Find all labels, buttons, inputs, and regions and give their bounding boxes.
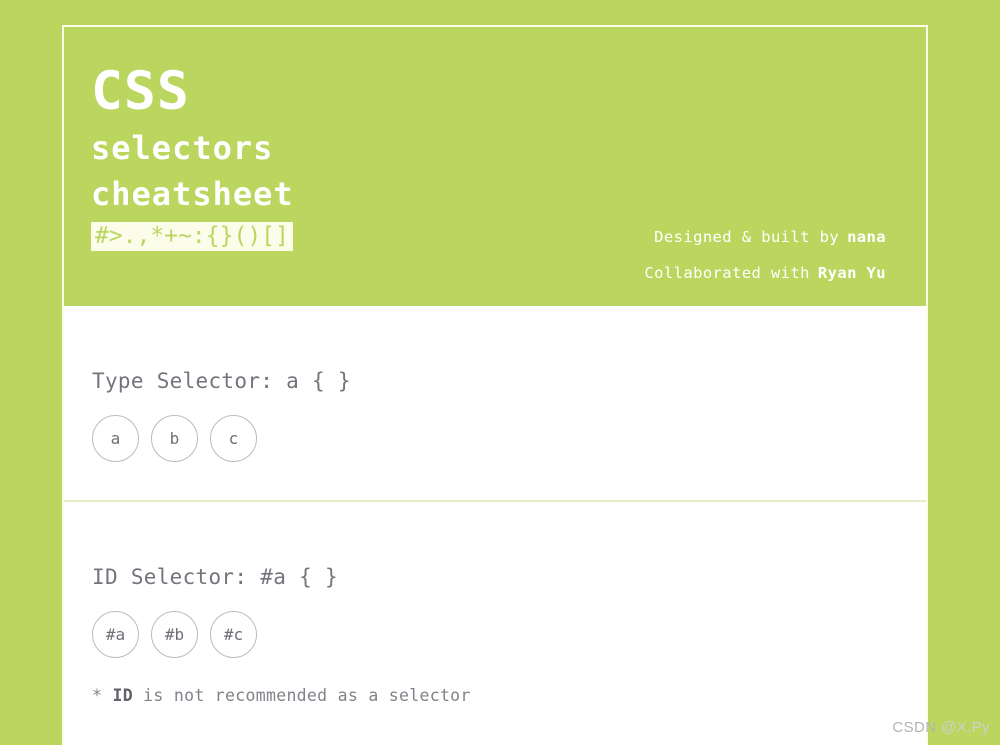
watermark-source: CSDN [892, 719, 942, 736]
credit-designer-prefix: Designed & built by [654, 228, 840, 246]
section-id-selector: ID Selector: #a { } #a #b #c * ID is not… [64, 502, 926, 743]
section-type-selector: Type Selector: a { } a b c [64, 306, 926, 500]
section-title-type-selector: Type Selector: a { } [92, 369, 351, 393]
chip-list-id-selector: #a #b #c [92, 611, 898, 658]
credit-line-collaborator: Collaborated with Ryan Yu [644, 255, 886, 291]
note-emphasis: ID [112, 686, 133, 705]
cheatsheet-card: CSS selectors cheatsheet #>.,*+~:{}()[] … [62, 25, 928, 745]
chip-list-type-selector: a b c [92, 415, 898, 462]
page-title-selectors: selectors [91, 129, 274, 167]
credit-designer-name: nana [847, 228, 886, 246]
note-suffix: is not recommended as a selector [132, 686, 471, 705]
chip-item[interactable]: b [151, 415, 198, 462]
credit-collaborator-name: Ryan Yu [817, 264, 886, 283]
page-title-cheatsheet: cheatsheet [91, 175, 294, 213]
chip-item[interactable]: #c [210, 611, 257, 658]
watermark: CSDN @X.Py [892, 719, 990, 736]
credit-line-designer: Designed & built by nana [644, 219, 886, 255]
chip-item[interactable]: #a [92, 611, 139, 658]
chip-item[interactable]: c [210, 415, 257, 462]
note-prefix: * [92, 686, 113, 705]
id-selector-note: * ID is not recommended as a selector [92, 686, 898, 705]
watermark-handle: @X.Py [941, 719, 990, 736]
page-title-css: CSS [91, 61, 190, 122]
section-title-id-selector: ID Selector: #a { } [92, 565, 338, 589]
selector-symbols-banner: #>.,*+~:{}()[] [91, 222, 293, 252]
hero-header: CSS selectors cheatsheet #>.,*+~:{}()[] … [64, 27, 926, 306]
credit-collaborator-prefix: Collaborated with [644, 264, 810, 283]
chip-item[interactable]: a [92, 415, 139, 462]
chip-item[interactable]: #b [151, 611, 198, 658]
credits-block: Designed & built by nana Collaborated wit… [644, 219, 886, 292]
content-panel: Type Selector: a { } a b c ID Selector: … [64, 306, 926, 745]
